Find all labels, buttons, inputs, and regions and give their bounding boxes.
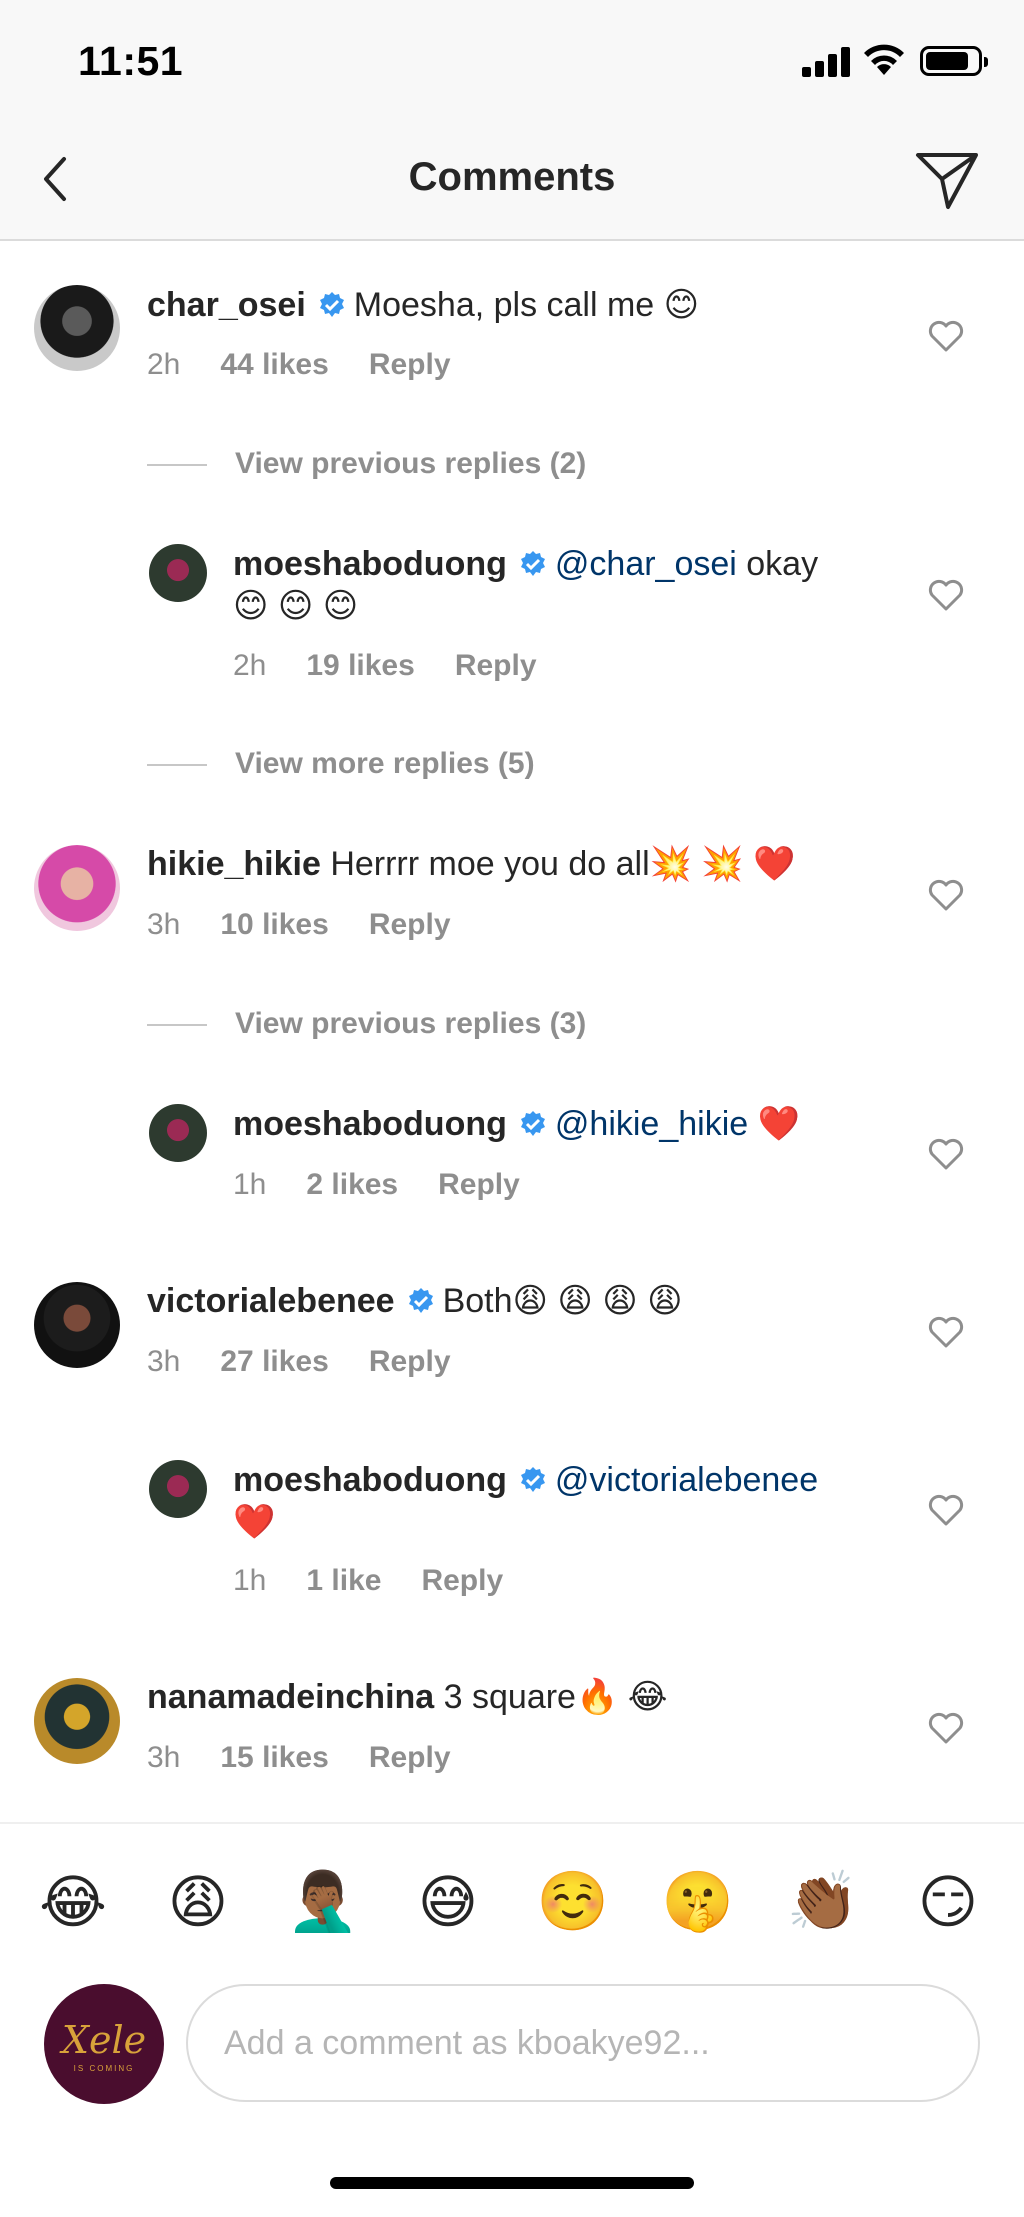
comment-text: hikie_hikie Herrrr moe you do all💥 💥 ❤️ <box>147 843 887 885</box>
view-previous-replies-button[interactable]: View previous replies (2) <box>147 447 586 481</box>
comment-meta: 1h 1 like Reply <box>233 1564 543 1598</box>
comment-body: Moesha, pls call me 😊 <box>353 286 700 324</box>
comment-meta: 3h 10 likes Reply <box>147 908 491 942</box>
heart-icon[interactable] <box>928 320 964 352</box>
verified-badge-icon <box>319 292 344 317</box>
heart-icon[interactable] <box>928 879 964 911</box>
comment-text: char_osei Moesha, pls call me 😊 <box>147 284 887 326</box>
comment-meta: 3h 15 likes Reply <box>147 1741 491 1775</box>
emoji-button[interactable]: ☺️ <box>533 1868 613 1936</box>
send-direct-icon[interactable] <box>912 147 982 211</box>
emoji-button[interactable]: 🤦🏾‍♂️ <box>283 1868 363 1936</box>
comment-body: ❤️ <box>748 1105 800 1143</box>
avatar-logo-subtext: IS COMING <box>73 2064 135 2073</box>
comment-body-emoji: 😊 😊 😊 <box>233 587 359 625</box>
reply-button[interactable]: Reply <box>369 908 451 941</box>
comment-meta: 2h 19 likes Reply <box>233 649 577 683</box>
username[interactable]: moeshaboduong <box>233 1461 507 1499</box>
comment-meta: 2h 44 likes Reply <box>147 348 491 382</box>
emoji-quick-bar: 😂 😩 🤦🏾‍♂️ 😅 ☺️ 🤫 👏🏾 😏 <box>0 1822 1024 1974</box>
verified-badge-icon <box>520 551 545 576</box>
mention-link[interactable]: @char_osei <box>555 545 737 583</box>
reply-button[interactable]: Reply <box>421 1564 503 1597</box>
comment-body: Herrrr moe you do all💥 💥 ❤️ <box>320 845 796 883</box>
username[interactable]: hikie_hikie <box>147 845 321 883</box>
comment-time: 2h <box>147 348 181 381</box>
comment-time: 1h <box>233 1168 267 1201</box>
comment-text: moeshaboduong @victorialebenee ❤️ <box>233 1459 893 1543</box>
status-bar: 11:51 <box>0 0 1024 125</box>
heart-icon[interactable] <box>928 1494 964 1526</box>
emoji-button[interactable]: 🤫 <box>658 1868 738 1936</box>
likes-count[interactable]: 19 likes <box>306 649 414 682</box>
comment-body-emoji: ❤️ <box>233 1503 276 1541</box>
heart-icon[interactable] <box>928 1316 964 1348</box>
avatar-logo-text: Xele <box>61 2018 147 2062</box>
comment-time: 3h <box>147 908 181 941</box>
reply-button[interactable]: Reply <box>369 348 451 381</box>
wifi-icon <box>864 44 904 75</box>
comment-meta: 3h 27 likes Reply <box>147 1345 491 1379</box>
page-title: Comments <box>408 155 616 199</box>
likes-count[interactable]: 2 likes <box>306 1168 398 1201</box>
avatar[interactable] <box>34 1282 120 1368</box>
username[interactable]: victorialebenee <box>147 1282 395 1320</box>
avatar[interactable] <box>34 285 120 371</box>
comment-input[interactable]: Add a comment as kboakye92... <box>186 1984 980 2102</box>
comment-meta: 1h 2 likes Reply <box>233 1168 560 1202</box>
reply-button[interactable]: Reply <box>438 1168 520 1201</box>
heart-icon[interactable] <box>928 1138 964 1170</box>
comment-body: Both😩 😩 😩 😩 <box>442 1282 683 1320</box>
comment-text: nanamadeinchina 3 square🔥 😂 <box>147 1676 887 1718</box>
comment-body: 3 square🔥 😂 <box>434 1678 668 1716</box>
avatar[interactable] <box>149 1460 207 1518</box>
comment-time: 2h <box>233 649 267 682</box>
avatar[interactable] <box>149 1104 207 1162</box>
home-indicator[interactable] <box>330 2177 694 2189</box>
likes-count[interactable]: 10 likes <box>220 908 328 941</box>
comment-body: okay <box>736 545 819 583</box>
emoji-button[interactable]: 😏 <box>908 1868 988 1936</box>
mention-link[interactable]: @hikie_hikie <box>555 1105 748 1143</box>
comment-time: 3h <box>147 1741 181 1774</box>
username[interactable]: nanamadeinchina <box>147 1678 434 1716</box>
comment-text: moeshaboduong @hikie_hikie ❤️ <box>233 1103 893 1145</box>
header-bar: Comments <box>0 125 1024 241</box>
reply-button[interactable]: Reply <box>455 649 537 682</box>
verified-badge-icon <box>520 1467 545 1492</box>
heart-icon[interactable] <box>928 1712 964 1744</box>
cellular-signal-icon <box>802 47 850 77</box>
likes-count[interactable]: 1 like <box>306 1564 381 1597</box>
reply-button[interactable]: Reply <box>369 1741 451 1774</box>
mention-link[interactable]: @victorialebenee <box>555 1461 818 1499</box>
likes-count[interactable]: 27 likes <box>220 1345 328 1378</box>
username[interactable]: char_osei <box>147 286 306 324</box>
avatar[interactable] <box>34 1678 120 1764</box>
verified-badge-icon <box>408 1288 433 1313</box>
comment-time: 1h <box>233 1564 267 1597</box>
reply-button[interactable]: Reply <box>369 1345 451 1378</box>
my-avatar: Xele IS COMING <box>44 1984 164 2104</box>
comment-time: 3h <box>147 1345 181 1378</box>
avatar[interactable] <box>149 544 207 602</box>
battery-icon <box>920 46 988 76</box>
verified-badge-icon <box>520 1111 545 1136</box>
status-time: 11:51 <box>78 38 184 84</box>
view-more-replies-button[interactable]: View more replies (5) <box>147 747 535 781</box>
likes-count[interactable]: 44 likes <box>220 348 328 381</box>
view-previous-replies-button[interactable]: View previous replies (3) <box>147 1007 586 1041</box>
heart-icon[interactable] <box>928 579 964 611</box>
emoji-button[interactable]: 😅 <box>408 1868 488 1936</box>
avatar[interactable] <box>34 845 120 931</box>
username[interactable]: moeshaboduong <box>233 545 507 583</box>
emoji-button[interactable]: 👏🏾 <box>783 1868 863 1936</box>
username[interactable]: moeshaboduong <box>233 1105 507 1143</box>
comment-text: moeshaboduong @char_osei okay 😊 😊 😊 <box>233 543 893 627</box>
emoji-button[interactable]: 😩 <box>158 1868 238 1936</box>
likes-count[interactable]: 15 likes <box>220 1741 328 1774</box>
emoji-button[interactable]: 😂 <box>33 1868 113 1936</box>
comment-text: victorialebenee Both😩 😩 😩 😩 <box>147 1280 887 1322</box>
